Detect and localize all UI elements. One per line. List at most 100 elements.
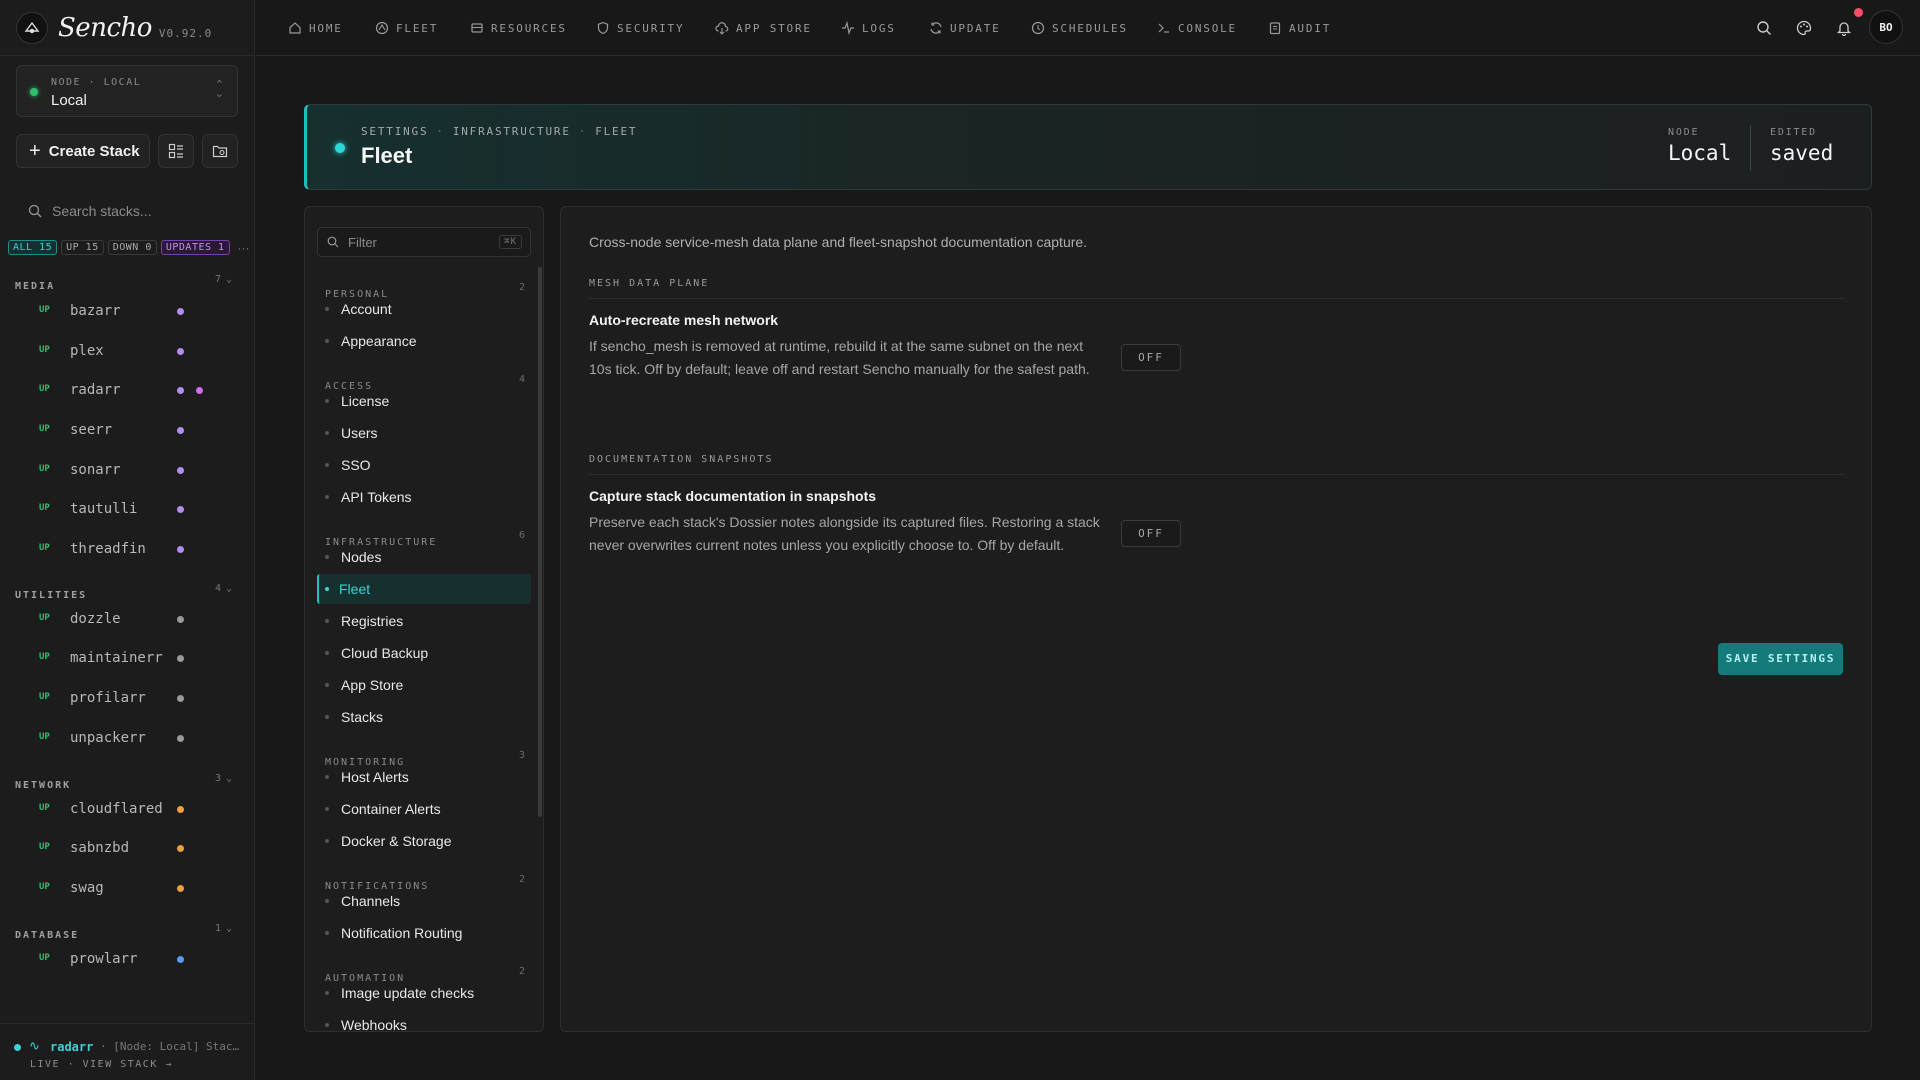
capture-documentation-toggle[interactable]: OFF bbox=[1121, 520, 1181, 547]
notifications-button[interactable] bbox=[1833, 17, 1855, 39]
filter-updates[interactable]: UPDATES 1 bbox=[160, 240, 230, 255]
palette-icon bbox=[1796, 20, 1812, 36]
folder-search-icon bbox=[212, 145, 228, 158]
stack-row-prowlarr[interactable]: UP prowlarr bbox=[15, 946, 230, 974]
stack-row-radarr[interactable]: UP radarr bbox=[15, 377, 230, 405]
settings-link-fleet[interactable]: Fleet bbox=[317, 574, 531, 604]
filter-all[interactable]: ALL 15 bbox=[8, 240, 58, 255]
nav-console[interactable]: CONSOLE bbox=[1157, 19, 1237, 37]
settings-link-webhooks[interactable]: Webhooks bbox=[317, 1010, 531, 1031]
nav-update[interactable]: UPDATE bbox=[929, 19, 1001, 37]
stack-name: sonarr bbox=[70, 462, 121, 478]
user-avatar[interactable]: BO bbox=[1869, 10, 1903, 44]
settings-link-users[interactable]: Users bbox=[317, 418, 531, 448]
bullet-icon bbox=[325, 495, 329, 499]
settings-link-app-store[interactable]: App Store bbox=[317, 670, 531, 700]
group-label: NETWORK bbox=[15, 780, 72, 791]
stack-name: maintainerr bbox=[70, 650, 163, 666]
settings-link-registries[interactable]: Registries bbox=[317, 606, 531, 636]
stack-row-dozzle[interactable]: UP dozzle bbox=[15, 606, 230, 634]
settings-link-image-update-checks[interactable]: Image update checks bbox=[317, 978, 531, 1008]
filter-more-icon[interactable]: ··· bbox=[238, 241, 250, 255]
group-database[interactable]: DATABASE 1 ⌄ bbox=[15, 923, 237, 941]
stack-row-tautulli[interactable]: UP tautulli bbox=[15, 496, 230, 524]
nav-resources[interactable]: RESOURCES bbox=[470, 19, 567, 37]
filter-down[interactable]: DOWN 0 bbox=[107, 240, 157, 255]
create-stack-button[interactable]: + Create Stack bbox=[16, 134, 150, 168]
nav-schedules[interactable]: SCHEDULES bbox=[1031, 19, 1128, 37]
settings-filter-input[interactable]: Filter ⌘K bbox=[317, 227, 531, 257]
stack-row-threadfin[interactable]: UP threadfin bbox=[15, 536, 230, 564]
nav-fleet[interactable]: FLEET bbox=[375, 19, 438, 37]
stack-row-plex[interactable]: UP plex bbox=[15, 338, 230, 366]
stack-name: cloudflared bbox=[70, 801, 163, 817]
stack-status: UP bbox=[39, 652, 50, 662]
node-selector[interactable]: NODE · LOCAL Local ⌃ ⌄ bbox=[16, 65, 238, 117]
nav-audit[interactable]: AUDIT bbox=[1268, 19, 1331, 37]
settings-link-host-alerts[interactable]: Host Alerts bbox=[317, 762, 531, 792]
settings-nav-scrollbar[interactable] bbox=[538, 267, 542, 817]
settings-link-label: Fleet bbox=[339, 581, 371, 597]
settings-link-sso[interactable]: SSO bbox=[317, 450, 531, 480]
stack-update-dot bbox=[196, 387, 203, 394]
settings-link-license[interactable]: License bbox=[317, 386, 531, 416]
settings-link-nodes[interactable]: Nodes bbox=[317, 542, 531, 572]
view-stack-link[interactable]: LIVE · VIEW STACK → bbox=[30, 1059, 173, 1070]
stack-row-unpackerr[interactable]: UP unpackerr bbox=[15, 725, 230, 753]
stack-row-profilarr[interactable]: UP profilarr bbox=[15, 685, 230, 713]
nav-console-label: CONSOLE bbox=[1178, 21, 1237, 35]
live-stack-name[interactable]: radarr bbox=[50, 1040, 93, 1054]
filter-up[interactable]: UP 15 bbox=[61, 240, 104, 255]
group-utilities[interactable]: UTILITIES 4 ⌄ bbox=[15, 583, 237, 601]
settings-link-cloud-backup[interactable]: Cloud Backup bbox=[317, 638, 531, 668]
settings-link-appearance[interactable]: Appearance bbox=[317, 326, 531, 356]
save-settings-button[interactable]: SAVE SETTINGS bbox=[1718, 643, 1843, 675]
theme-button[interactable] bbox=[1793, 17, 1815, 39]
settings-link-docker-storage[interactable]: Docker & Storage bbox=[317, 826, 531, 856]
stack-row-cloudflared[interactable]: UP cloudflared bbox=[15, 796, 230, 824]
stack-row-seerr[interactable]: UP seerr bbox=[15, 417, 230, 445]
group-network[interactable]: NETWORK 3 ⌄ bbox=[15, 773, 237, 791]
settings-link-container-alerts[interactable]: Container Alerts bbox=[317, 794, 531, 824]
bullet-icon bbox=[325, 931, 329, 935]
templates-button[interactable] bbox=[158, 134, 194, 168]
breadcrumb-infrastructure[interactable]: INFRASTRUCTURE bbox=[453, 125, 571, 138]
nav-security[interactable]: SECURITY bbox=[596, 19, 684, 37]
bullet-icon bbox=[325, 651, 329, 655]
nav-app-store[interactable]: APP STORE bbox=[715, 19, 812, 37]
settings-link-api-tokens[interactable]: API Tokens bbox=[317, 482, 531, 512]
bullet-icon bbox=[325, 555, 329, 559]
page-description: Cross-node service-mesh data plane and f… bbox=[589, 234, 1088, 250]
auto-recreate-mesh-toggle[interactable]: OFF bbox=[1121, 344, 1181, 371]
settings-link-notification-routing[interactable]: Notification Routing bbox=[317, 918, 531, 948]
live-activity-bar[interactable]: ∿ radarr · [Node: Local] Stack updated L… bbox=[0, 1023, 254, 1080]
bullet-icon bbox=[325, 839, 329, 843]
search-icon bbox=[1757, 21, 1771, 35]
open-folder-button[interactable] bbox=[202, 134, 238, 168]
bullet-icon bbox=[325, 683, 329, 687]
global-search-button[interactable] bbox=[1753, 17, 1775, 39]
group-media[interactable]: MEDIA 7 ⌄ bbox=[15, 274, 237, 292]
stack-row-swag[interactable]: UP swag bbox=[15, 875, 230, 903]
stack-row-sonarr[interactable]: UP sonarr bbox=[15, 457, 230, 485]
node-selector-value: Local bbox=[51, 92, 87, 109]
settings-link-label: Container Alerts bbox=[341, 801, 441, 817]
brand[interactable]: Sencho V0.92.0 bbox=[16, 10, 212, 46]
settings-link-stacks[interactable]: Stacks bbox=[317, 702, 531, 732]
chevron-down-icon: ⌄ bbox=[225, 583, 232, 594]
search-stacks-input[interactable]: Search stacks... bbox=[28, 200, 238, 222]
stack-row-sabnzbd[interactable]: UP sabnzbd bbox=[15, 835, 230, 863]
section-label-snapshots: DOCUMENTATION SNAPSHOTS bbox=[589, 454, 774, 465]
stack-health-dot bbox=[177, 308, 184, 315]
settings-link-label: Notification Routing bbox=[341, 925, 463, 941]
stack-row-bazarr[interactable]: UP bazarr bbox=[15, 298, 230, 326]
settings-link-channels[interactable]: Channels bbox=[317, 886, 531, 916]
nav-logs[interactable]: LOGS bbox=[841, 19, 896, 37]
settings-navigation: Filter ⌘K PERSONAL 2 Account Appearance ACCE… bbox=[304, 206, 544, 1032]
settings-link-account[interactable]: Account bbox=[317, 294, 531, 324]
bullet-icon bbox=[325, 807, 329, 811]
nav-home[interactable]: HOME bbox=[288, 19, 343, 37]
breadcrumb-settings[interactable]: SETTINGS bbox=[361, 125, 428, 138]
stack-row-maintainerr[interactable]: UP maintainerr bbox=[15, 645, 230, 673]
nav-security-label: SECURITY bbox=[617, 21, 685, 35]
